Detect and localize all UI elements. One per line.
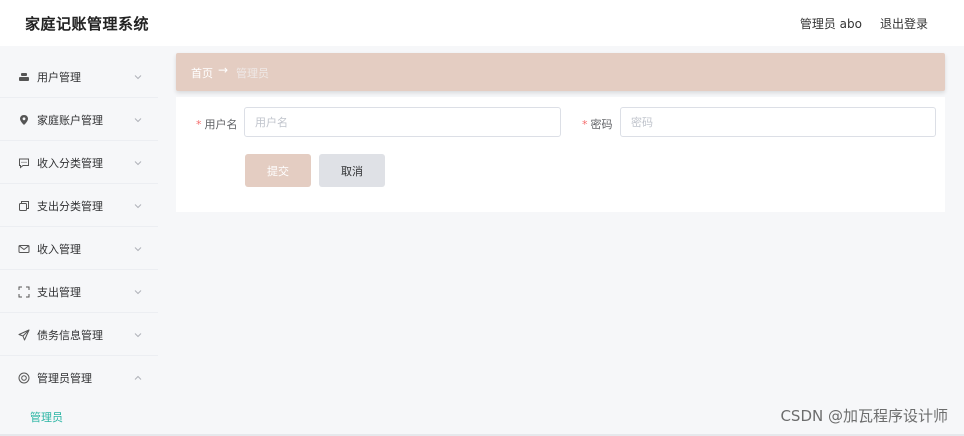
fullscreen-icon <box>18 286 30 298</box>
breadcrumb: 首页 → 管理员 <box>176 53 945 91</box>
cancel-button[interactable]: 取消 <box>319 154 385 187</box>
sidebar-item-label: 支出管理 <box>37 285 81 299</box>
breadcrumb-current: 管理员 <box>236 67 269 80</box>
password-label: * 密码 <box>582 116 613 132</box>
sidebar-item-label: 收入分类管理 <box>37 156 103 170</box>
sidebar-menu: 用户管理 家庭账户管理 收入分类管理 支出分类管理 收入管理 支出管理 债务信息… <box>0 46 158 436</box>
sidebar-item-label: 管理员管理 <box>37 372 92 385</box>
required-marker: * <box>196 118 202 131</box>
current-user-label: 管理员 abo <box>799 17 862 31</box>
watermark: CSDN @加瓦程序设计师 <box>780 407 948 425</box>
sidebar-item-admin-management[interactable]: 管理员管理 <box>0 357 158 399</box>
admin-form-panel: *用户名 *密码 提交 取消 <box>176 97 945 212</box>
breadcrumb-separator: → <box>218 63 229 77</box>
chevron-down-icon <box>134 73 142 81</box>
required-marker: * <box>582 118 588 131</box>
send-icon <box>18 329 30 341</box>
username-label-text: 用户名 <box>204 118 238 131</box>
username-label: * 用户名 <box>196 116 238 132</box>
copy-icon <box>18 200 30 212</box>
top-header: 家庭记账管理系统 管理员 abo 退出登录 <box>0 0 964 46</box>
sidebar-item-income-management[interactable]: 收入管理 <box>0 228 158 270</box>
chat-icon <box>18 157 30 169</box>
chevron-down-icon <box>134 202 142 210</box>
location-pin-icon <box>18 114 30 126</box>
sidebar-item-family-account[interactable]: 家庭账户管理 <box>0 99 158 141</box>
mail-icon <box>18 243 30 255</box>
sidebar-item-label: 债务信息管理 <box>37 328 103 342</box>
app-title: 家庭记账管理系统 <box>25 15 150 33</box>
sidebar-item-debt-info[interactable]: 债务信息管理 <box>0 314 158 356</box>
user-group-icon <box>18 71 30 83</box>
sidebar-item-label: 支出分类管理 <box>37 199 103 213</box>
sidebar-item-label: 用户管理 <box>37 70 81 84</box>
submit-button[interactable]: 提交 <box>245 154 311 187</box>
chevron-down-icon <box>134 331 142 339</box>
password-label-text: 密码 <box>590 118 613 131</box>
logout-link[interactable]: 退出登录 <box>880 15 928 32</box>
sidebar-item-label: 家庭账户管理 <box>37 113 103 127</box>
sidebar-subitem-label: 管理员 <box>30 411 63 424</box>
sidebar-item-label: 收入管理 <box>37 242 81 256</box>
username-input[interactable] <box>244 107 561 137</box>
chevron-down-icon <box>134 288 142 296</box>
sidebar-item-income-category[interactable]: 收入分类管理 <box>0 142 158 184</box>
sidebar-item-expense-category[interactable]: 支出分类管理 <box>0 185 158 227</box>
chevron-up-icon <box>134 374 142 382</box>
chevron-down-icon <box>134 159 142 167</box>
chevron-down-icon <box>134 245 142 253</box>
breadcrumb-home-link[interactable]: 首页 <box>191 65 213 81</box>
help-circle-icon <box>18 372 30 384</box>
sidebar-item-user-management[interactable]: 用户管理 <box>0 56 158 98</box>
sidebar-item-expense-management[interactable]: 支出管理 <box>0 271 158 313</box>
chevron-down-icon <box>134 116 142 124</box>
sidebar-subitem-admin[interactable]: 管理员 <box>0 400 158 434</box>
password-input[interactable] <box>620 107 936 137</box>
